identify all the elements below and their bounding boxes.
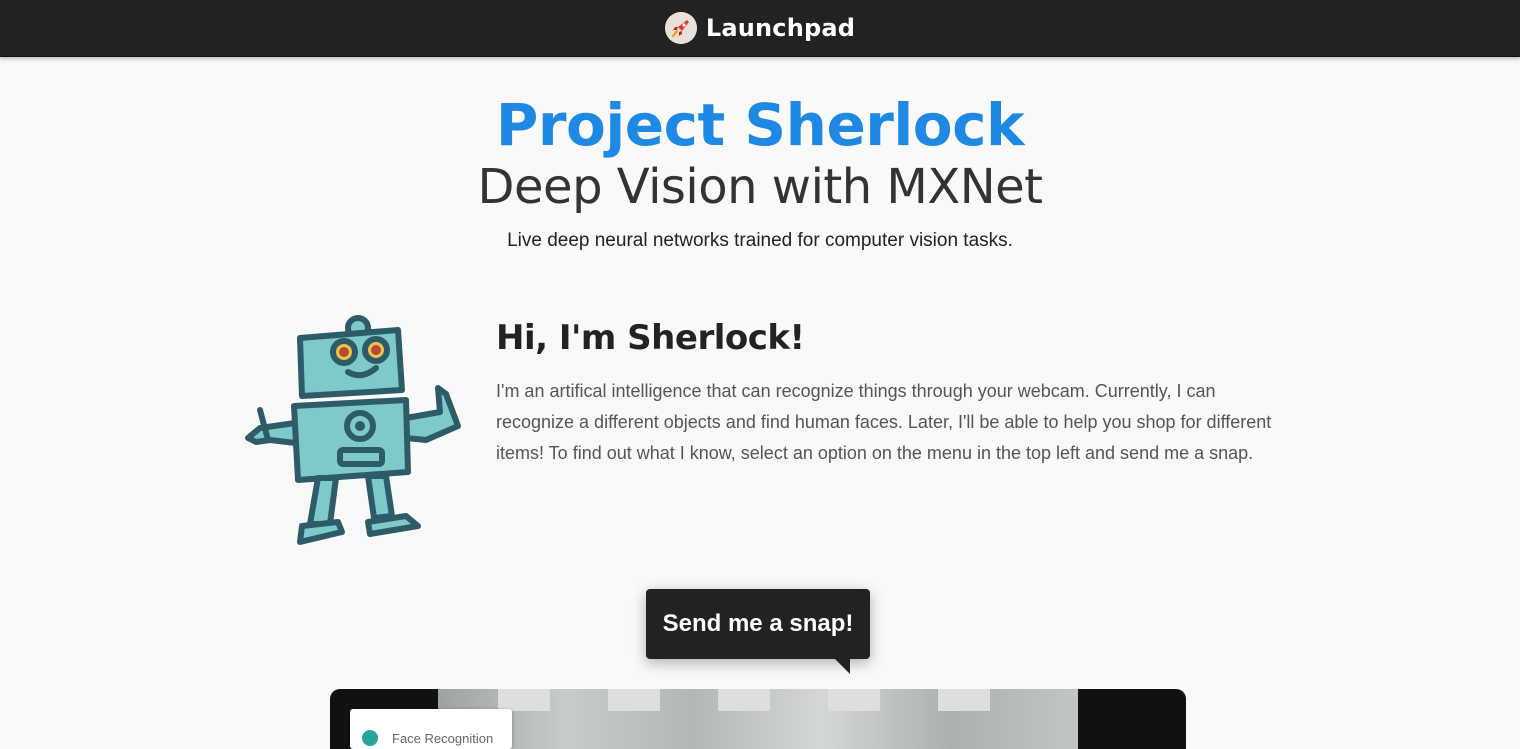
bubble-tail <box>834 658 850 674</box>
send-snap-bubble: Send me a snap! <box>646 589 870 659</box>
page-subtitle: Deep Vision with MXNet <box>477 159 1043 215</box>
intro-section: Hi, I'm Sherlock! I'm an artifical intel… <box>496 318 1296 469</box>
robot-icon <box>240 310 466 550</box>
webcam-feed <box>438 689 1078 749</box>
page-title: Project Sherlock <box>495 91 1025 159</box>
camera-panel: Face Recognition <box>330 689 1186 749</box>
page-description: Live deep neural networks trained for co… <box>507 230 1013 251</box>
mode-menu[interactable]: Face Recognition <box>350 709 512 749</box>
app-name: Launchpad <box>705 14 856 42</box>
feed-window <box>608 689 660 711</box>
feed-window <box>498 689 550 711</box>
brand-link[interactable]: Launchpad <box>664 12 856 44</box>
hero: Project Sherlock Deep Vision with MXNet … <box>0 92 1520 252</box>
top-bar: Launchpad <box>0 0 1520 57</box>
rocket-icon <box>664 12 697 44</box>
feed-window <box>718 689 770 711</box>
intro-body: I'm an artifical intelligence that can r… <box>496 381 1272 463</box>
menu-radio-icon[interactable] <box>362 730 378 746</box>
intro-heading: Hi, I'm Sherlock! <box>496 318 805 358</box>
feed-window <box>828 689 880 711</box>
feed-window <box>938 689 990 711</box>
